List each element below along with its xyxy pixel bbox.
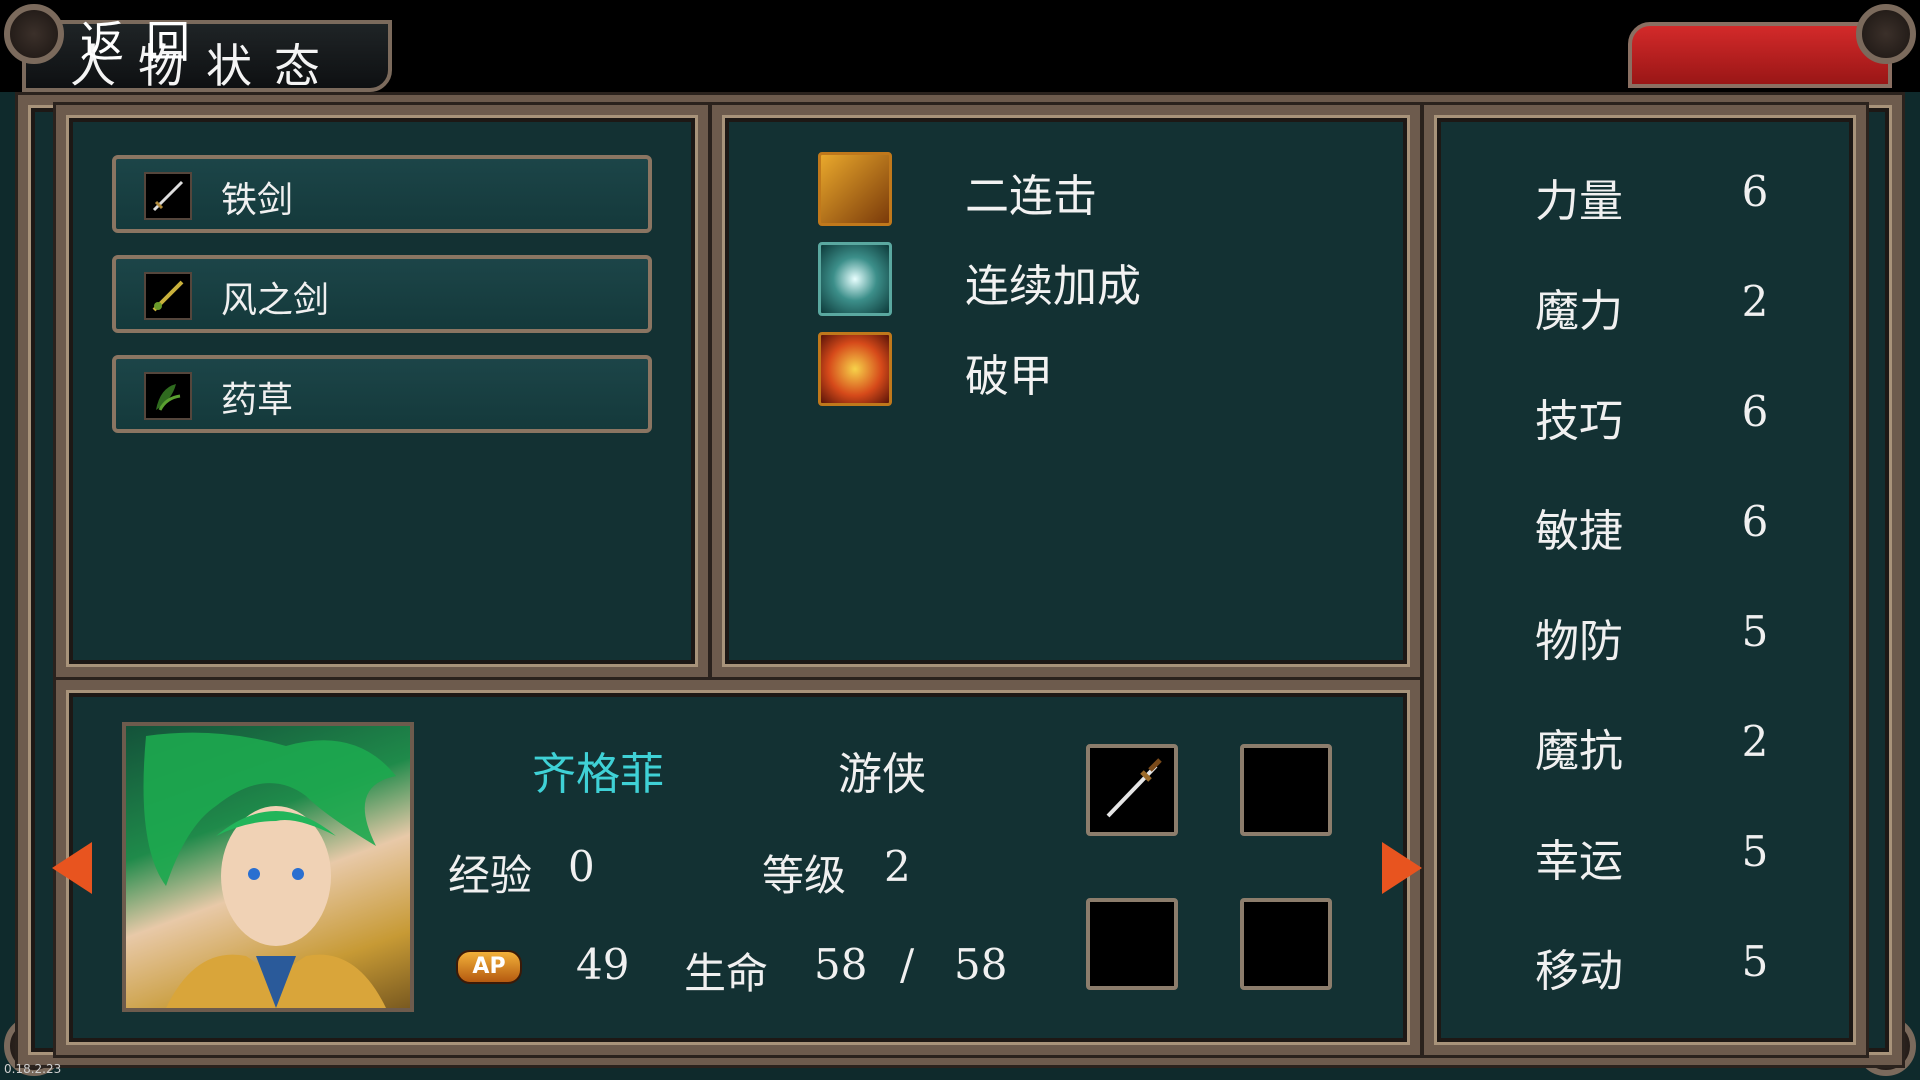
item-slot-wind-sword[interactable]: 风之剑 — [112, 255, 652, 333]
back-button-label: 返回 — [80, 17, 212, 68]
hp-separator: / — [900, 940, 915, 989]
item-label: 铁剑 — [221, 180, 294, 221]
hp-max: 58 — [954, 940, 1008, 989]
stat-value-magic: 2 — [1741, 277, 1769, 326]
item-label: 药草 — [221, 380, 294, 421]
skill-label: 连续加成 — [965, 261, 1141, 312]
level-value: 2 — [884, 842, 911, 891]
character-portrait — [122, 722, 414, 1012]
equip-slot-empty[interactable] — [1240, 898, 1332, 990]
stat-value-agility: 6 — [1741, 497, 1769, 546]
equip-slot-weapon[interactable] — [1086, 744, 1178, 836]
character-name: 齐格菲 — [532, 749, 664, 800]
back-button[interactable] — [1628, 22, 1892, 88]
stats-panel — [1421, 102, 1869, 1058]
ap-badge: AP — [456, 950, 522, 984]
equip-slot-empty[interactable] — [1240, 744, 1332, 836]
stat-name-resistance: 魔抗 — [1535, 726, 1623, 777]
equip-slot-empty[interactable] — [1086, 898, 1178, 990]
stat-value-resistance: 2 — [1741, 717, 1769, 766]
item-label: 风之剑 — [221, 280, 330, 321]
combo-bonus-icon[interactable] — [818, 242, 892, 316]
item-slot-iron-sword[interactable]: 铁剑 — [112, 155, 652, 233]
hp-label: 生命 — [684, 949, 769, 998]
stat-name-magic: 魔力 — [1535, 286, 1623, 337]
stat-value-skill: 6 — [1741, 387, 1769, 436]
ap-value: 49 — [576, 940, 630, 989]
stat-name-strength: 力量 — [1535, 176, 1623, 227]
herb-icon — [144, 372, 192, 420]
version-label: 0.18.2.23 — [4, 1062, 62, 1076]
stat-name-move: 移动 — [1535, 946, 1623, 997]
iron-sword-icon — [144, 172, 192, 220]
skill-label: 二连击 — [965, 171, 1097, 222]
stat-value-defense: 5 — [1741, 607, 1769, 656]
wind-sword-icon — [144, 272, 192, 320]
prev-character-arrow[interactable] — [52, 842, 92, 894]
skill-label: 破甲 — [965, 351, 1053, 402]
next-character-arrow[interactable] — [1382, 842, 1422, 894]
hp-current: 58 — [814, 940, 868, 989]
stat-name-luck: 幸运 — [1535, 836, 1623, 887]
stat-name-skill: 技巧 — [1535, 396, 1623, 447]
stat-value-luck: 5 — [1741, 827, 1769, 876]
dagger-icon — [1106, 758, 1162, 818]
level-label: 等级 — [762, 851, 847, 900]
stat-value-strength: 6 — [1741, 167, 1769, 216]
character-class: 游侠 — [838, 749, 926, 800]
ap-badge-label: AP — [472, 954, 506, 979]
ornament-corner-top-left — [4, 4, 64, 64]
stat-value-move: 5 — [1741, 937, 1769, 986]
item-slot-herb[interactable]: 药草 — [112, 355, 652, 433]
exp-value: 0 — [568, 842, 595, 891]
double-strike-icon[interactable] — [818, 152, 892, 226]
ornament-corner-top-right — [1856, 4, 1916, 64]
armor-break-icon[interactable] — [818, 332, 892, 406]
stat-name-defense: 物防 — [1535, 616, 1623, 667]
stat-name-agility: 敏捷 — [1535, 506, 1623, 557]
exp-label: 经验 — [448, 851, 533, 900]
